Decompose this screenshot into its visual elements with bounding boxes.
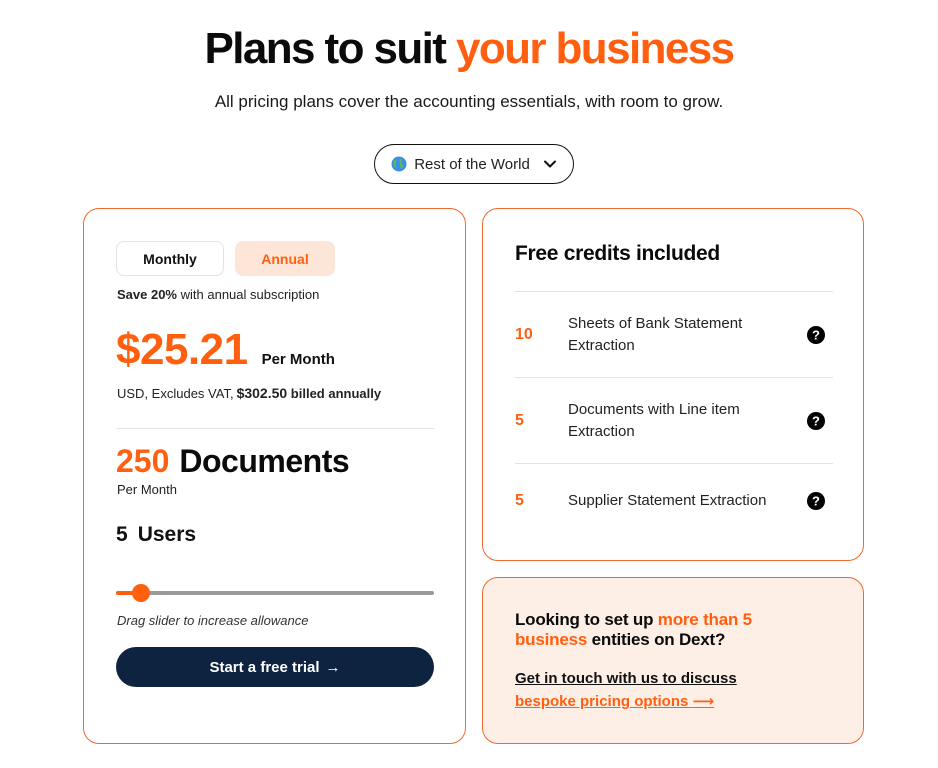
documents-count: 250 — [116, 443, 170, 479]
savings-text: with annual subscription — [180, 287, 320, 302]
region-label: Rest of the World — [414, 155, 530, 173]
billed-amount: $302.50 — [236, 385, 288, 401]
arrow-right-icon: ⟶ — [692, 693, 715, 710]
billing-monthly-button[interactable]: Monthly — [116, 241, 224, 276]
page-title-plain: Plans to suit — [204, 24, 456, 73]
price-unit: Per Month — [261, 351, 335, 368]
annual-savings-note: Save 20% with annual subscription — [117, 287, 319, 302]
currency-note: USD, Excludes VAT, — [117, 386, 234, 401]
svg-text:?: ? — [812, 413, 820, 428]
slider-thumb[interactable] — [132, 584, 151, 602]
price-note: USD, Excludes VAT, $302.50 billed annuall… — [117, 385, 381, 401]
contact-heading-post: entities on Dext? — [587, 630, 726, 649]
svg-text:?: ? — [812, 327, 820, 342]
credits-title: Free credits included — [515, 242, 720, 265]
svg-text:?: ? — [812, 493, 820, 508]
credit-description: Sheets of Bank Statement Extraction — [568, 314, 743, 354]
list-item: 5 Documents with Line item Extraction ? — [515, 377, 833, 463]
list-item: 5 Supplier Statement Extraction ? — [515, 463, 833, 537]
credit-description: Supplier Statement Extraction — [568, 491, 767, 509]
free-credits-card: Free credits included 10 Sheets of Bank … — [482, 208, 864, 561]
contact-heading-pre: Looking to set up — [515, 610, 658, 629]
page-title-accent: your business — [455, 24, 735, 73]
help-icon[interactable]: ? — [807, 325, 825, 344]
credit-quantity: 10 — [515, 325, 533, 343]
billed-text: billed annually — [290, 386, 382, 401]
price-row: $25.21 Per Month — [116, 325, 335, 375]
slider-track — [116, 591, 434, 595]
arrow-right-icon: → — [325, 658, 341, 676]
start-free-trial-button[interactable]: Start a free trial → — [116, 647, 434, 687]
cta-label: Start a free trial — [209, 658, 320, 676]
list-item: 10 Sheets of Bank Statement Extraction ? — [515, 291, 833, 377]
pricing-card: Monthly Annual Save 20% with annual subs… — [83, 208, 466, 744]
divider — [116, 428, 434, 429]
credits-list: 10 Sheets of Bank Statement Extraction ?… — [515, 291, 833, 537]
allowance-slider[interactable] — [116, 583, 434, 603]
billing-annual-button[interactable]: Annual — [235, 241, 335, 276]
slider-hint: Drag slider to increase allowance — [117, 613, 309, 628]
page-subtitle: All pricing plans cover the accounting e… — [214, 92, 724, 111]
help-icon[interactable]: ? — [807, 491, 825, 510]
help-icon[interactable]: ? — [807, 411, 825, 430]
users-allowance: 5 Users — [116, 523, 196, 547]
documents-label: Documents — [179, 443, 350, 479]
contact-link-text: bespoke pricing options — [515, 693, 689, 710]
page-title: Plans to suit your business — [0, 24, 938, 74]
contact-heading: Looking to set up more than 5 business e… — [515, 610, 815, 650]
credit-description: Documents with Line item Extraction — [568, 400, 740, 440]
credit-quantity: 5 — [515, 491, 524, 509]
monthly-price: $25.21 — [116, 325, 248, 374]
documents-allowance: 250 Documents — [116, 443, 350, 480]
contact-link-line1: Get in touch with us to discuss — [515, 670, 737, 687]
users-count: 5 — [116, 523, 128, 546]
documents-period: Per Month — [117, 482, 177, 497]
contact-link-line2: bespoke pricing options ⟶ — [515, 690, 737, 713]
savings-percent: Save 20% — [117, 287, 177, 302]
globe-icon — [391, 156, 407, 172]
chevron-down-icon — [543, 160, 556, 168]
contact-sales-link[interactable]: Get in touch with us to discuss bespoke … — [515, 667, 737, 713]
credit-quantity: 5 — [515, 411, 524, 429]
enterprise-contact-card: Looking to set up more than 5 business e… — [482, 577, 864, 744]
region-select[interactable]: Rest of the World — [374, 144, 574, 184]
users-label: Users — [137, 523, 197, 546]
